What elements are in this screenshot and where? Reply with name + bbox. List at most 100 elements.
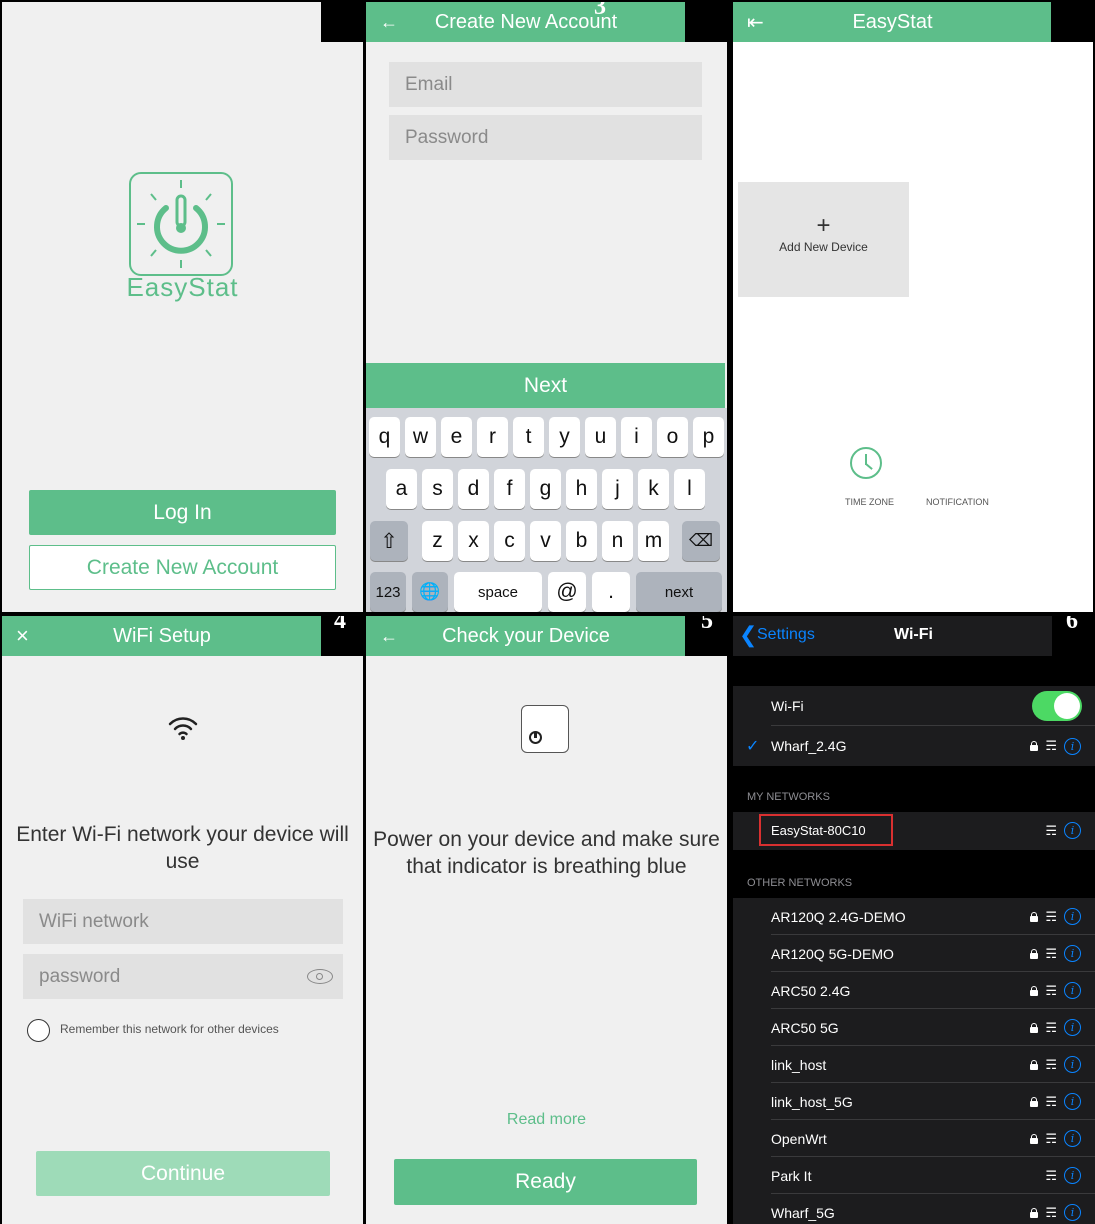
- nav-bar: ❮ Settings Wi-Fi: [733, 616, 1052, 656]
- header-title: WiFi Setup: [113, 624, 211, 647]
- network-name: AR120Q 2.4G-DEMO: [771, 908, 906, 925]
- connected-network-name: Wharf_2.4G: [771, 738, 847, 754]
- info-icon[interactable]: i: [1064, 1019, 1081, 1036]
- key-b[interactable]: b: [566, 521, 597, 561]
- key-r[interactable]: r: [477, 417, 508, 457]
- settings-back-link[interactable]: Settings: [757, 626, 815, 644]
- remember-radio[interactable]: [27, 1019, 50, 1042]
- panel-login: EasyStat Log In Create New Account: [2, 2, 363, 612]
- wifi-network-field[interactable]: WiFi network: [23, 899, 343, 944]
- wifi-signal-icon: ☴: [1045, 908, 1057, 924]
- key-v[interactable]: v: [530, 521, 561, 561]
- header-bar: ← Check your Device: [366, 616, 686, 656]
- network-row[interactable]: AR120Q 5G-DEMO ☴ i: [733, 935, 1095, 972]
- create-account-button[interactable]: Create New Account: [29, 545, 336, 590]
- email-field[interactable]: Email: [389, 62, 702, 107]
- eye-icon[interactable]: [307, 969, 333, 984]
- key-l[interactable]: l: [674, 469, 705, 509]
- info-icon[interactable]: i: [1064, 1093, 1081, 1110]
- header-title: Check your Device: [442, 624, 610, 647]
- key-i[interactable]: i: [621, 417, 652, 457]
- black-corner: [321, 2, 363, 42]
- key-j[interactable]: j: [602, 469, 633, 509]
- lock-icon: [1030, 911, 1039, 922]
- lock-icon: [1030, 1059, 1039, 1070]
- continue-button[interactable]: Continue: [36, 1151, 330, 1196]
- wifi-signal-icon: ☴: [1045, 945, 1057, 961]
- info-icon[interactable]: i: [1064, 822, 1081, 839]
- backspace-key[interactable]: ⌫: [682, 521, 720, 561]
- time-zone-label[interactable]: TIME ZONE: [845, 497, 894, 507]
- connected-network-row[interactable]: ✓ Wharf_2.4G ☴ i: [733, 726, 1095, 766]
- key-k[interactable]: k: [638, 469, 669, 509]
- my-network-row[interactable]: EasyStat-80C10 ☴ i: [733, 812, 1095, 849]
- key-h[interactable]: h: [566, 469, 597, 509]
- key-m[interactable]: m: [638, 521, 669, 561]
- key-z[interactable]: z: [422, 521, 453, 561]
- numbers-key[interactable]: 123: [370, 572, 406, 612]
- network-row[interactable]: link_host_5G ☴ i: [733, 1083, 1095, 1120]
- step-number: 4: [334, 616, 346, 634]
- key-y[interactable]: y: [549, 417, 580, 457]
- info-icon[interactable]: i: [1064, 1056, 1081, 1073]
- network-row[interactable]: ARC50 2.4G ☴ i: [733, 972, 1095, 1009]
- black-corner: [1051, 2, 1093, 42]
- notification-label[interactable]: NOTIFICATION: [926, 497, 989, 507]
- login-button[interactable]: Log In: [29, 490, 336, 535]
- key-s[interactable]: s: [422, 469, 453, 509]
- panel-check-device: ← Check your Device 5 Power on your devi…: [366, 616, 727, 1224]
- read-more-link[interactable]: Read more: [366, 1111, 727, 1129]
- globe-icon[interactable]: 🌐: [412, 572, 448, 612]
- my-network-name: EasyStat-80C10: [759, 814, 893, 846]
- info-icon[interactable]: i: [1064, 908, 1081, 925]
- wifi-toggle-label: Wi-Fi: [771, 698, 804, 714]
- key-q[interactable]: q: [369, 417, 400, 457]
- network-row[interactable]: Wharf_5G ☴ i: [733, 1194, 1095, 1224]
- next-bar[interactable]: Next: [366, 363, 725, 408]
- wifi-password-field[interactable]: password: [23, 954, 343, 999]
- step-number: 6: [1066, 616, 1078, 634]
- key-d[interactable]: d: [458, 469, 489, 509]
- info-icon[interactable]: i: [1064, 1130, 1081, 1147]
- network-row[interactable]: AR120Q 2.4G-DEMO ☴ i: [733, 898, 1095, 935]
- wifi-toggle-switch[interactable]: [1032, 691, 1082, 721]
- key-e[interactable]: e: [441, 417, 472, 457]
- network-row[interactable]: link_host ☴ i: [733, 1046, 1095, 1083]
- key-f[interactable]: f: [494, 469, 525, 509]
- info-icon[interactable]: i: [1064, 945, 1081, 962]
- clock-icon[interactable]: [850, 447, 882, 479]
- shift-key[interactable]: ⇧: [370, 521, 408, 561]
- info-icon[interactable]: i: [1064, 1204, 1081, 1221]
- wifi-signal-icon: ☴: [1045, 982, 1057, 998]
- key-w[interactable]: w: [405, 417, 436, 457]
- my-networks-group: EasyStat-80C10 ☴ i: [733, 812, 1095, 850]
- network-row[interactable]: ARC50 5G ☴ i: [733, 1009, 1095, 1046]
- logo-text: EasyStat: [126, 272, 239, 302]
- at-key[interactable]: @: [548, 572, 586, 612]
- key-a[interactable]: a: [386, 469, 417, 509]
- info-icon[interactable]: i: [1064, 982, 1081, 999]
- key-o[interactable]: o: [657, 417, 688, 457]
- key-c[interactable]: c: [494, 521, 525, 561]
- key-p[interactable]: p: [693, 417, 724, 457]
- network-row[interactable]: OpenWrt ☴ i: [733, 1120, 1095, 1157]
- key-g[interactable]: g: [530, 469, 561, 509]
- password-field[interactable]: Password: [389, 115, 702, 160]
- key-t[interactable]: t: [513, 417, 544, 457]
- network-name: OpenWrt: [771, 1130, 827, 1147]
- step-number: 5: [701, 616, 713, 634]
- wifi-signal-icon: ☴: [1045, 822, 1057, 838]
- space-key[interactable]: space: [454, 572, 542, 612]
- network-name: link_host_5G: [771, 1093, 853, 1110]
- add-device-tile[interactable]: + Add New Device: [738, 182, 909, 297]
- dot-key[interactable]: .: [592, 572, 630, 612]
- key-x[interactable]: x: [458, 521, 489, 561]
- chevron-left-icon[interactable]: ❮: [739, 622, 757, 648]
- info-icon[interactable]: i: [1064, 1167, 1081, 1184]
- info-icon[interactable]: i: [1064, 737, 1081, 755]
- key-n[interactable]: n: [602, 521, 633, 561]
- key-u[interactable]: u: [585, 417, 616, 457]
- network-row[interactable]: Park It ☴ i: [733, 1157, 1095, 1194]
- ready-button[interactable]: Ready: [394, 1159, 697, 1205]
- next-key[interactable]: next: [636, 572, 722, 612]
